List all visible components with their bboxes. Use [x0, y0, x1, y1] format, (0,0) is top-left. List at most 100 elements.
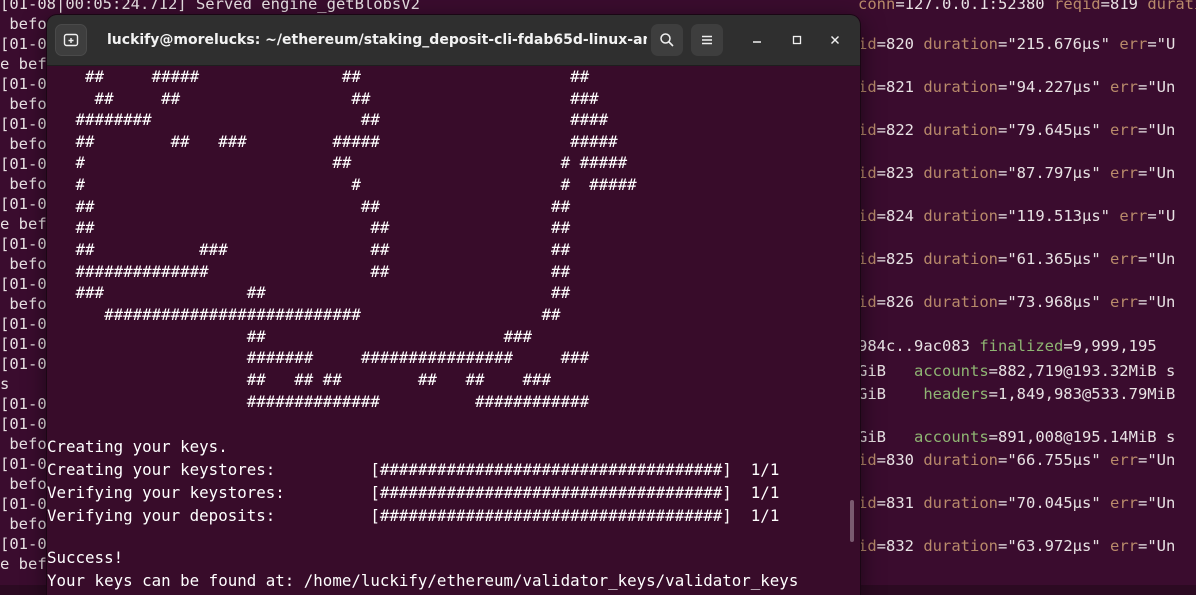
ascii-art-line: ########################### ##: [47, 305, 561, 324]
bg-log-value: =823: [876, 164, 914, 182]
bg-log-value: ="215.676µs": [998, 35, 1110, 53]
bg-log-prefix: GiB: [858, 385, 924, 403]
bg-log-value: ="63.972µs": [998, 537, 1101, 555]
bg-log-key: duration: [923, 250, 998, 268]
bg-log-value: ="79.645µs": [998, 121, 1101, 139]
bg-log-line: befo: [0, 175, 47, 193]
bg-log-line: [01-0: [0, 495, 47, 513]
bg-log-line: [01-0: [0, 395, 47, 413]
bg-log-value: ="Un: [1138, 164, 1176, 182]
progress-row: Verifying your keystores: [#############…: [47, 483, 779, 503]
bg-log-line: e bef: [0, 215, 47, 233]
progress-count: 1/1: [750, 460, 780, 479]
ascii-art-line: ## ##### ## ##: [47, 67, 590, 86]
bg-log-value: ="Un: [1138, 494, 1176, 512]
bg-log-row: id=830 duration="66.755µs" err="Un: [858, 450, 1175, 470]
bg-log-key: err: [1110, 164, 1138, 182]
bg-log-row: GiB headers=1,849,983@533.79MiB: [858, 384, 1175, 404]
ascii-art-line: ### ## ##: [47, 283, 571, 302]
bg-log-row: id=832 duration="63.972µs" err="Un: [858, 536, 1175, 556]
bg-log-value: =825: [876, 250, 914, 268]
bg-log-key: headers: [923, 385, 989, 403]
bg-log-key: id: [858, 293, 877, 311]
bg-log-line: e bef: [0, 55, 47, 73]
bg-log-line: befo: [0, 475, 47, 493]
bg-log-value: ="66.755µs": [998, 451, 1101, 469]
bg-log-value: =832: [876, 537, 914, 555]
bg-log-key: id: [858, 207, 877, 225]
terminal-window[interactable]: luckify@morelucks: ~/ethereum/staking_de…: [47, 15, 860, 595]
progress-count: 1/1: [750, 483, 780, 502]
bg-log-line: befo: [0, 95, 47, 113]
bg-log-row: id=820 duration="215.676µs" err="U: [858, 34, 1175, 54]
bg-log-line: e bef: [0, 555, 47, 573]
title-bar[interactable]: luckify@morelucks: ~/ethereum/staking_de…: [47, 15, 860, 66]
bg-log-key: duration: [923, 164, 998, 182]
bg-log-line: s: [0, 375, 10, 393]
close-icon[interactable]: [819, 24, 851, 56]
bg-log-line: befo: [0, 435, 47, 453]
bg-log-row: GiB accounts=891,008@195.14MiB s: [858, 427, 1175, 447]
ascii-art-line: ## ## ##: [47, 197, 571, 216]
progress-bar: [####################################]: [370, 483, 732, 502]
bg-log-prefix: GiB: [858, 428, 914, 446]
bg-log-key: duration: [923, 537, 998, 555]
bg-log-key: duration: [923, 293, 998, 311]
bg-log-prefix: 984c..9ac083: [858, 337, 980, 355]
ascii-art-line: # ## # #####: [47, 153, 628, 172]
bg-log-value: =820: [876, 35, 914, 53]
bg-log-value: =127.0.0.1:52380: [895, 0, 1045, 13]
bg-log-line: [01-08|00:05:24.712] Served engine_getBl…: [0, 0, 420, 13]
bg-log-row: 984c..9ac083 finalized=9,999,195: [858, 336, 1157, 356]
bg-log-key: reqid: [1053, 0, 1101, 13]
bg-log-value: ="Un: [1138, 121, 1176, 139]
bg-log-row: GiB accounts=882,719@193.32MiB s: [858, 361, 1175, 381]
search-icon[interactable]: [651, 24, 683, 56]
bg-log-key: err: [1110, 121, 1138, 139]
ascii-art-line: ## ## ## ###: [47, 89, 599, 108]
bg-log-key: duration: [1147, 0, 1196, 13]
bg-log-key: duration: [923, 78, 998, 96]
bg-log-value: ="Un: [1138, 293, 1176, 311]
bg-log-value: =882,719@193.32MiB: [988, 362, 1157, 380]
minimize-icon[interactable]: [741, 24, 773, 56]
bg-log-row: id=823 duration="87.797µs" err="Un: [858, 163, 1175, 183]
ascii-art-line: ## ## ##: [47, 218, 571, 237]
new-tab-icon[interactable]: [55, 24, 87, 56]
bg-log-row: id=822 duration="79.645µs" err="Un: [858, 120, 1175, 140]
bg-log-value: =821: [876, 78, 914, 96]
maximize-icon[interactable]: [781, 24, 813, 56]
ascii-art-line: # # # #####: [47, 175, 637, 194]
progress-row: Creating your keystores: [##############…: [47, 460, 779, 480]
bg-log-value: ="Un: [1138, 537, 1176, 555]
bg-log-line: befo: [0, 255, 47, 273]
bg-log-key: err: [1110, 494, 1138, 512]
bg-log-value: ="94.227µs": [998, 78, 1101, 96]
bg-log-key: duration: [923, 207, 998, 225]
bg-log-line: [01-0: [0, 355, 47, 373]
bg-log-value: =819: [1100, 0, 1138, 13]
scrollbar[interactable]: [850, 500, 854, 542]
ascii-art-line: ## ## ## ## ## ###: [47, 370, 552, 389]
bg-log-row: id=826 duration="73.968µs" err="Un: [858, 292, 1175, 312]
bg-log-value: =9,999,195: [1063, 337, 1157, 355]
bg-log-value: =830: [876, 451, 914, 469]
progress-row: Verifying your deposits: [##############…: [47, 506, 779, 526]
bg-log-key: duration: [923, 121, 998, 139]
bg-log-key: err: [1110, 293, 1138, 311]
bg-log-key: err: [1110, 78, 1138, 96]
hamburger-menu-icon[interactable]: [691, 24, 723, 56]
bg-log-key: finalized: [979, 337, 1064, 355]
progress-label: Verifying your keystores:: [47, 483, 371, 502]
bg-log-value: ="Un: [1138, 78, 1176, 96]
bg-log-key: id: [858, 35, 877, 53]
bg-log-key: id: [858, 537, 877, 555]
bg-log-value: ="70.045µs": [998, 494, 1101, 512]
bg-log-key: err: [1110, 451, 1138, 469]
bg-log-value: ="Un: [1138, 250, 1176, 268]
bg-log-value: ="U: [1147, 35, 1176, 53]
bg-log-key: id: [858, 78, 877, 96]
terminal-output[interactable]: ## ##### ## ## ## ## ## ### ######## ## …: [47, 65, 860, 595]
ascii-art-line: ## ###: [47, 327, 533, 346]
bg-log-line: [01-0: [0, 195, 47, 213]
